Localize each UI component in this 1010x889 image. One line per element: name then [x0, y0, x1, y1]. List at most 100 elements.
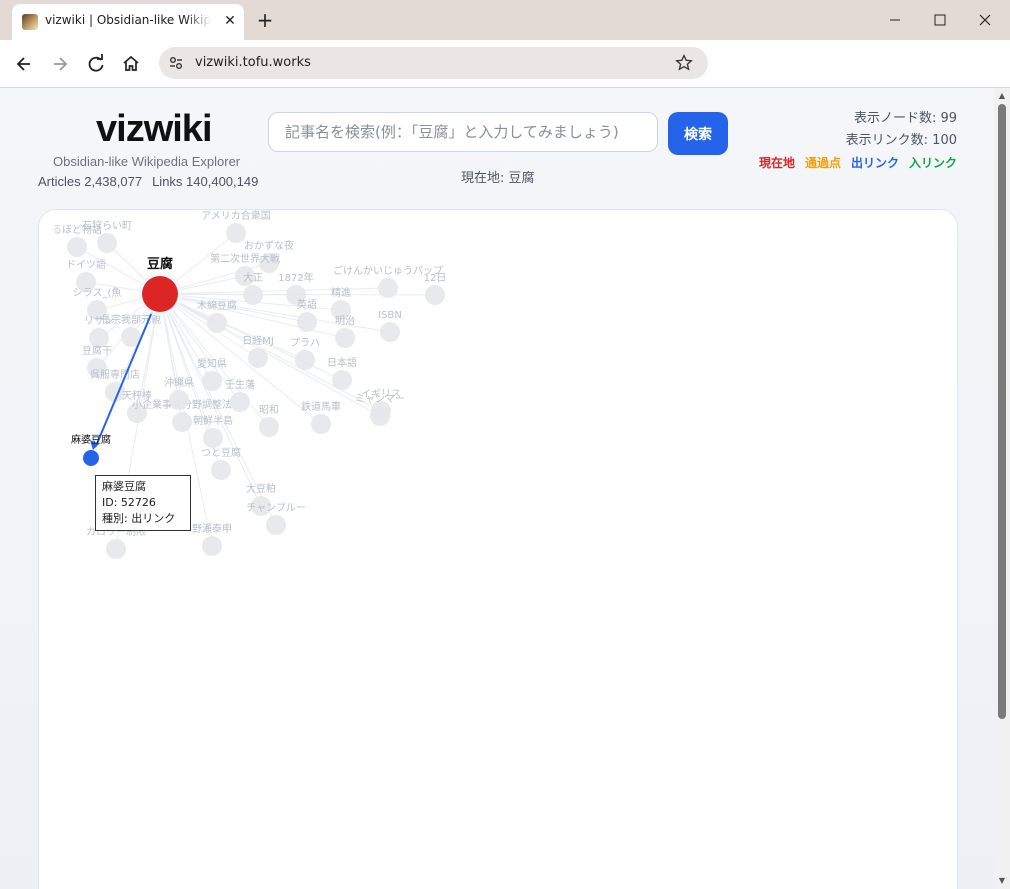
reload-button[interactable] — [84, 52, 108, 76]
search-button[interactable]: 検索 — [668, 112, 728, 155]
legend-current: 現在地 — [758, 156, 795, 170]
links-count: Links 140,400,149 — [152, 174, 259, 189]
graph-node-label: 明治 — [335, 314, 355, 327]
tooltip-id: ID: 52726 — [102, 496, 156, 509]
stats: Articles 2,438,077 Links 140,400,149 — [38, 174, 268, 189]
title-bar: vizwiki | Obsidian-like Wikipedia Explor… — [0, 0, 1010, 40]
graph-node — [211, 460, 231, 480]
graph-node — [332, 370, 352, 390]
graph-node-label: 朝鮮半島 — [193, 414, 233, 427]
brand-subtitle: Obsidian-like Wikipedia Explorer — [53, 154, 241, 169]
graph-node — [297, 312, 317, 332]
node-count: 表示ノード数: 99 — [853, 111, 957, 126]
graph-edge-fade — [39, 210, 63, 889]
graph-node — [425, 285, 445, 305]
graph-node — [169, 390, 189, 410]
graph-node — [89, 328, 109, 348]
graph-node-label: 大正 — [243, 271, 263, 284]
center-node — [142, 276, 178, 312]
graph-link — [159, 287, 389, 295]
graph-node — [259, 417, 279, 437]
scroll-down-icon[interactable]: ▼ — [997, 876, 1007, 886]
graph-node-label: 沖縄県 — [164, 376, 194, 389]
page-scrollbar[interactable]: ▲ ▼ — [994, 88, 1010, 889]
graph-node-label: 鉄道馬車 — [301, 400, 341, 413]
graph-node-label: 第二次世界大戦 — [210, 252, 280, 265]
url-text[interactable]: vizwiki.tofu.works — [195, 55, 311, 70]
graph-node-label: 豆腐干 — [82, 344, 112, 357]
brand-logo[interactable]: vizwiki — [96, 108, 212, 151]
graph-node-label: シラス_(魚 — [73, 286, 122, 299]
selected-node — [83, 450, 99, 466]
graph-node-label: 長宗我部元親 — [101, 313, 161, 326]
close-window-button[interactable] — [974, 9, 996, 31]
site-settings-icon[interactable] — [166, 53, 186, 73]
graph-node — [202, 371, 222, 391]
legend-inlink: 入リンク — [908, 156, 957, 170]
forward-button[interactable] — [48, 52, 72, 76]
new-tab-button[interactable]: + — [255, 8, 275, 32]
node-tooltip: 麻婆豆腐 ID: 52726 種別: 出リンク — [95, 475, 191, 531]
address-bar[interactable]: vizwiki.tofu.works — [159, 47, 708, 79]
graph-node-label: 日本語 — [327, 356, 357, 369]
center-node-label: 豆腐 — [147, 256, 173, 272]
link-count: 表示リンク数: 100 — [845, 133, 957, 148]
graph-node — [202, 536, 222, 556]
legend: 現在地 通過点 出リンク 入リンク — [749, 154, 957, 171]
tooltip-kind: 種別: 出リンク — [102, 512, 176, 525]
legend-visited: 通過点 — [804, 156, 841, 170]
graph-node — [295, 350, 315, 370]
selected-node-label: 麻婆豆腐 — [71, 433, 111, 446]
graph-node-label: 英語 — [297, 298, 317, 311]
legend-outlink: 出リンク — [850, 156, 899, 170]
graph-node — [230, 392, 250, 412]
graph-node-label: 愛知県 — [197, 357, 227, 370]
graph-node-label: 精進 — [331, 286, 351, 299]
graph-node — [97, 233, 117, 253]
graph-canvas[interactable]: るほど物語 石狩らい町 ドイツ語 シラス_(魚 リサン 長宗我部元親 豆腐干 呉服専門店 天秤棒… — [38, 209, 958, 889]
graph-node-label: 野瀬泰申 — [192, 522, 232, 535]
graph-node — [248, 348, 268, 368]
graph-node — [226, 223, 246, 243]
graph-node — [203, 428, 223, 448]
articles-count: Articles 2,438,077 — [38, 174, 143, 189]
back-button[interactable] — [12, 52, 36, 76]
tab-close-icon[interactable]: ✕ — [222, 13, 238, 29]
graph-node-label: 木綿豆腐 — [197, 299, 237, 312]
scroll-up-icon[interactable]: ▲ — [997, 91, 1007, 101]
search-input[interactable] — [268, 112, 658, 152]
graph-node-label: 1872年 — [278, 271, 313, 284]
graph-counts: 表示ノード数: 99 表示リンク数: 100 — [846, 108, 957, 152]
graph-node — [335, 328, 355, 348]
tab-title: vizwiki | Obsidian-like Wikipedia Explor… — [45, 13, 211, 27]
graph-svg[interactable]: るほど物語石狩らい町ドイツ語シラス_(魚リサン長宗我部元親豆腐干呉服専門店天秤棒… — [39, 210, 957, 889]
graph-node-label: 日経MJ — [242, 334, 274, 347]
tooltip-name: 麻婆豆腐 — [102, 480, 146, 493]
minimize-button[interactable] — [884, 9, 906, 31]
graph-node-label: つと豆腐 — [201, 446, 241, 459]
scroll-thumb[interactable] — [998, 104, 1006, 719]
graph-node-label: 壬生藩 — [225, 378, 255, 391]
graph-node — [378, 278, 398, 298]
graph-node-label: 大豆粕 — [246, 482, 276, 495]
home-button[interactable] — [119, 52, 143, 76]
graph-node-label: ドイツ語 — [66, 258, 106, 271]
graph-node-label: チャンプルー — [246, 502, 306, 514]
graph-node-label: 12日 — [424, 273, 447, 284]
browser-tab[interactable]: vizwiki | Obsidian-like Wikipedia Explor… — [12, 4, 244, 40]
browser-toolbar: vizwiki.tofu.works — [0, 40, 1010, 88]
graph-node-label: アメリカ合衆国 — [201, 210, 271, 222]
graph-node — [67, 237, 87, 257]
current-location: 現在地: 豆腐 — [461, 171, 535, 186]
graph-node — [370, 406, 390, 426]
tofu-favicon-icon — [22, 14, 38, 30]
maximize-button[interactable] — [929, 9, 951, 31]
graph-node-label: 呉服専門店 — [90, 368, 140, 381]
graph-node — [106, 539, 126, 559]
graph-node-label: ISBN — [378, 310, 402, 321]
graph-node — [207, 313, 227, 333]
graph-node-label: 昭和 — [259, 404, 279, 416]
graph-node-label: おかずな夜 — [244, 239, 294, 252]
graph-node-label: 石狩らい町 — [82, 219, 132, 232]
bookmark-star-icon[interactable] — [674, 53, 694, 73]
